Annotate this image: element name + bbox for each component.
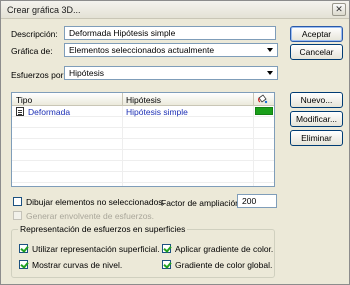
forces-by-selected: Hipótesis (69, 68, 104, 78)
create-3d-chart-dialog: Crear gráfica 3D... ✕ Descripción: Defor… (0, 0, 350, 285)
chart-of-select[interactable]: Elementos seleccionados actualmente (64, 43, 278, 57)
table-header: Tipo Hipótesis (12, 93, 274, 106)
generate-envelope-checkbox[interactable] (13, 211, 22, 220)
row-tipo: Deformada (28, 107, 71, 117)
description-input[interactable]: Deformada Hipótesis simple (64, 26, 276, 40)
amplification-factor-label: Factor de ampliación (161, 198, 240, 208)
generate-envelope-label: Generar envolvente de esfuerzos. (26, 211, 155, 221)
draw-unselected-checkbox[interactable] (13, 197, 22, 206)
table-row[interactable]: Deformada Hipótesis simple (12, 106, 274, 117)
show-level-curves-checkbox[interactable] (19, 260, 28, 269)
apply-color-gradient-checkbox[interactable] (162, 244, 171, 253)
row-hipotesis: Hipótesis simple (126, 107, 188, 117)
chart-of-selected: Elementos seleccionados actualmente (69, 45, 215, 55)
show-level-curves-label: Mostrar curvas de nivel. (32, 260, 123, 270)
global-color-gradient-label: Gradiente de color global. (175, 260, 273, 270)
accept-button[interactable]: Aceptar (290, 26, 343, 42)
group-title: Representación de esfuerzos en superfici… (18, 224, 188, 234)
delete-button[interactable]: Eliminar (290, 130, 343, 146)
paint-bucket-icon[interactable] (257, 94, 268, 104)
chart-of-label: Gráfica de: (11, 46, 53, 56)
column-hipotesis[interactable]: Hipótesis (126, 95, 161, 105)
chevron-down-icon (267, 71, 273, 75)
close-icon[interactable]: ✕ (332, 3, 346, 16)
color-swatch[interactable] (255, 107, 273, 115)
use-surface-representation-checkbox[interactable] (19, 244, 28, 253)
forces-by-label: Esfuerzos por: (11, 70, 66, 80)
forces-by-select[interactable]: Hipótesis (64, 66, 278, 80)
amplification-factor-input[interactable]: 200 (237, 194, 277, 208)
use-surface-representation-label: Utilizar representación superficial. (32, 244, 160, 254)
charts-table[interactable]: Tipo Hipótesis Deformada Hipótesis simpl… (11, 92, 275, 187)
global-color-gradient-checkbox[interactable] (162, 260, 171, 269)
window-title: Crear gráfica 3D... (7, 5, 81, 15)
draw-unselected-label: Dibujar elementos no seleccionados. (26, 197, 165, 207)
column-tipo[interactable]: Tipo (16, 95, 32, 105)
surface-forces-group: Representación de esfuerzos en superfici… (11, 224, 275, 278)
document-icon (16, 107, 24, 116)
description-label: Descripción: (11, 29, 58, 39)
title-bar[interactable]: Crear gráfica 3D... ✕ (1, 1, 349, 19)
cancel-button[interactable]: Cancelar (290, 44, 343, 60)
new-button[interactable]: Nuevo... (290, 92, 343, 108)
chevron-down-icon (267, 48, 273, 52)
modify-button[interactable]: Modificar... (290, 111, 343, 127)
apply-color-gradient-label: Aplicar gradiente de color. (175, 244, 274, 254)
